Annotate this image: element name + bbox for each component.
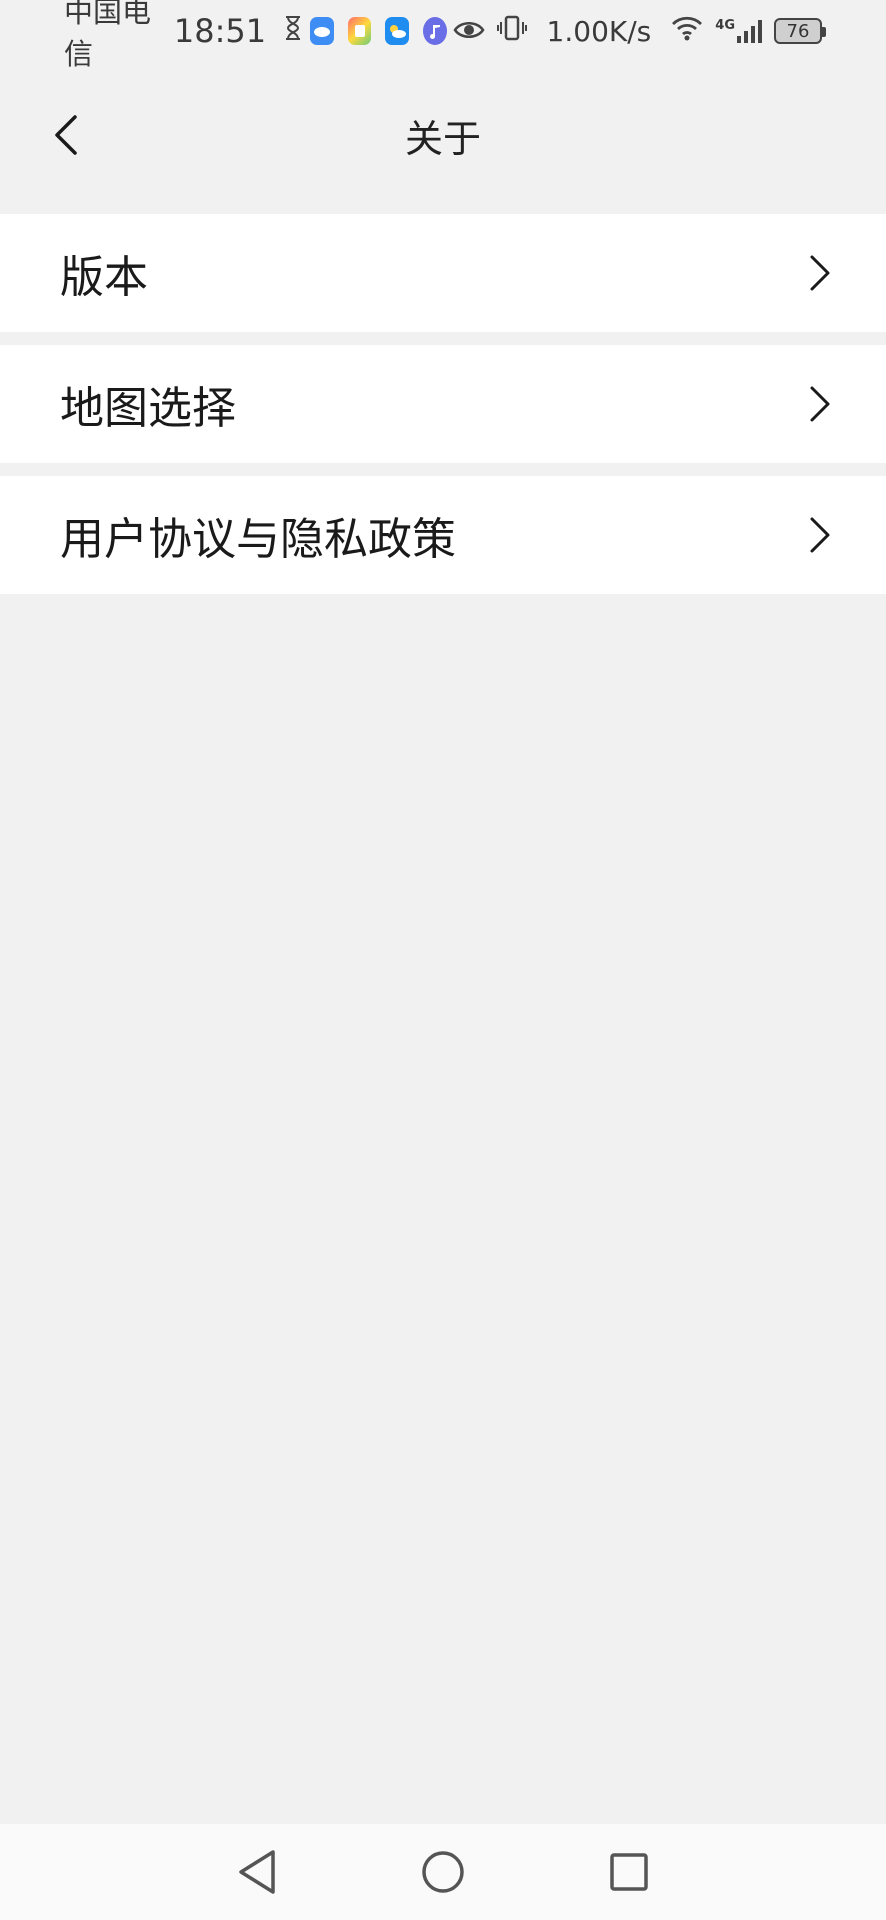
battery-level: 76 [786,20,810,42]
back-button[interactable] [36,105,96,165]
list-item-map-selection[interactable]: 地图选择 [0,345,886,463]
wifi-icon [671,14,703,48]
recents-square-icon [610,1853,648,1891]
nav-back-button[interactable] [229,1844,285,1900]
battery-icon: 76 [774,18,826,44]
list-item-label: 地图选择 [60,383,236,434]
carrier-label: 中国电信 [64,0,152,71]
nav-home-button[interactable] [415,1844,471,1900]
list-item-user-agreement-privacy[interactable]: 用户协议与隐私政策 [0,476,886,594]
chevron-right-icon [810,255,830,291]
list-item-label: 用户协议与隐私政策 [60,514,456,565]
net-speed: 1.00K/s [546,14,652,48]
page-title: 关于 [404,116,481,161]
music-app-icon [422,17,447,45]
chevron-left-icon [55,115,77,155]
weather-app-icon [385,17,409,45]
home-circle-icon [422,1851,464,1893]
status-left: 中国电信 18:51 [64,0,453,73]
app-store-icon [347,17,372,45]
eye-icon [453,14,485,48]
about-screen: 中国电信 18:51 1.00K/s 4G 76 关于 版本 地图选择 用户协议… [0,0,886,1920]
nav-recents-button[interactable] [601,1844,657,1900]
top-app-bar: 关于 [0,80,886,190]
list-item-label: 版本 [60,252,148,303]
cloud-app-icon [310,17,334,45]
signal-icon: 4G [715,18,762,44]
network-type-label: 4G [715,18,735,33]
status-bar: 中国电信 18:51 1.00K/s 4G 76 [0,0,886,71]
system-nav-bar [0,1824,886,1920]
vibrate-icon [496,14,527,48]
status-right: 1.00K/s 4G 76 [453,14,826,48]
chevron-right-icon [810,386,830,422]
list-item-version[interactable]: 版本 [0,214,886,332]
back-triangle-icon [239,1850,275,1894]
hourglass-icon [284,14,302,48]
about-options-list: 版本 地图选择 用户协议与隐私政策 [0,214,886,607]
clock: 18:51 [173,12,267,50]
chevron-right-icon [810,517,830,553]
